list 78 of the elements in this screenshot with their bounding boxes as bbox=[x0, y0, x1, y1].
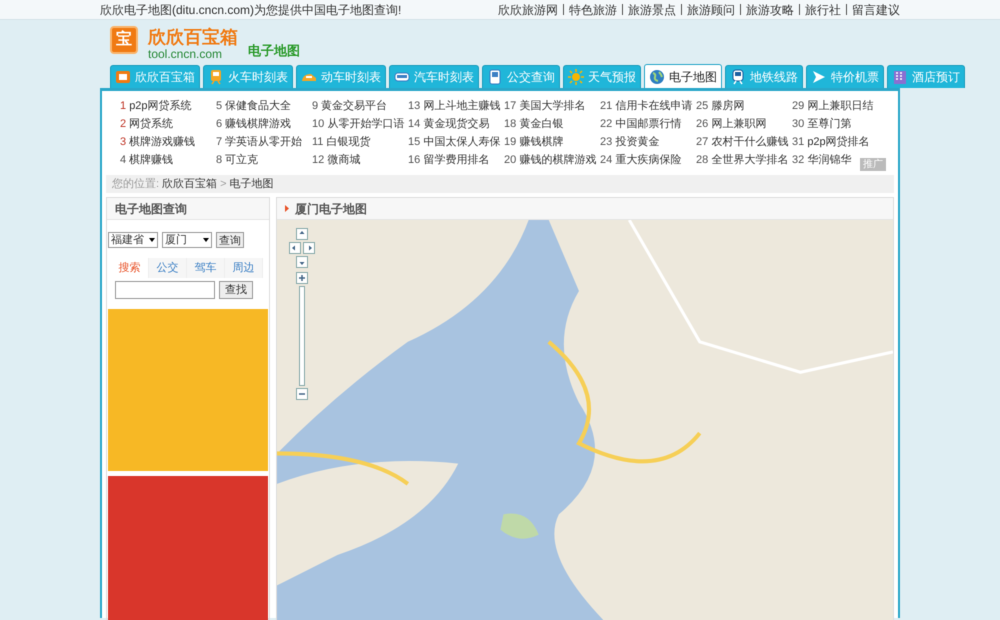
city-select[interactable]: 厦门 bbox=[162, 232, 212, 248]
hot-link[interactable]: 2 网贷系统 bbox=[120, 115, 174, 133]
logo-name: 欣欣百宝箱 bbox=[148, 28, 238, 46]
logo-domain: tool.cncn.com bbox=[148, 48, 224, 60]
search-tab[interactable]: 周边 bbox=[225, 258, 263, 278]
hot-link[interactable]: 21 信用卡在线申请 bbox=[600, 97, 692, 115]
hot-link[interactable]: 3 棋牌游戏赚钱 bbox=[120, 133, 196, 151]
triangle-icon bbox=[285, 205, 289, 212]
pan-left-icon[interactable] bbox=[289, 242, 301, 254]
zoom-in-icon[interactable] bbox=[296, 272, 308, 284]
search-tab[interactable]: 公交 bbox=[149, 258, 187, 278]
hot-link[interactable]: 9 黄金交易平台 bbox=[312, 97, 388, 115]
hot-link[interactable]: 1 p2p网贷系统 bbox=[120, 97, 192, 115]
hot-link[interactable]: 6 赚钱棋牌游戏 bbox=[216, 115, 292, 133]
hot-link[interactable]: 10 从零开始学口语 bbox=[312, 115, 404, 133]
hot-link[interactable]: 26 网上兼职网 bbox=[696, 115, 766, 133]
panel-title: 电子地图查询 bbox=[115, 200, 187, 218]
hot-link[interactable]: 11 白银现货 bbox=[312, 133, 370, 151]
globe-icon bbox=[649, 68, 665, 84]
top-link[interactable]: 留言建议 bbox=[852, 0, 900, 18]
hot-link[interactable]: 12 微商城 bbox=[312, 151, 360, 169]
zoom-out-icon[interactable] bbox=[296, 388, 308, 400]
search-field[interactable] bbox=[115, 281, 215, 299]
search-tab[interactable]: 驾车 bbox=[187, 258, 225, 278]
hot-link[interactable]: 4 棋牌赚钱 bbox=[120, 151, 174, 169]
top-link[interactable]: 欣欣旅游网 bbox=[498, 0, 558, 18]
caret-icon bbox=[149, 238, 155, 242]
hot-link[interactable]: 5 保健食品大全 bbox=[216, 97, 292, 115]
hot-link[interactable]: 23 投资黄金 bbox=[600, 133, 660, 151]
panel-title: 厦门电子地图 bbox=[295, 200, 367, 218]
zoom-slider-icon[interactable] bbox=[299, 286, 305, 386]
sun-icon bbox=[568, 69, 584, 85]
hot-link[interactable]: 29 网上兼职日结 bbox=[792, 97, 874, 115]
box-icon bbox=[115, 69, 131, 85]
breadcrumb-label: 您的位置: bbox=[112, 176, 160, 192]
hot-link[interactable]: 28 全世界大学排名 bbox=[696, 151, 788, 169]
metro-icon bbox=[730, 69, 746, 85]
hot-link[interactable]: 8 可立克 bbox=[216, 151, 258, 169]
caret-icon bbox=[203, 238, 209, 242]
hot-link[interactable]: 22 中国邮票行情 bbox=[600, 115, 682, 133]
bus-stop-icon bbox=[487, 69, 503, 85]
hot-link[interactable]: 18 黄金白银 bbox=[504, 115, 564, 133]
hot-link[interactable]: 17 美国大学排名 bbox=[504, 97, 586, 115]
hot-link[interactable]: 13 网上斗地主赚钱 bbox=[408, 97, 500, 115]
top-link[interactable]: 特色旅游 bbox=[569, 0, 617, 18]
hot-link[interactable]: 14 黄金现货交易 bbox=[408, 115, 490, 133]
hot-link[interactable]: 7 学英语从零开始 bbox=[216, 133, 302, 151]
hot-link[interactable]: 27 农村干什么赚钱 bbox=[696, 133, 788, 151]
breadcrumb-link[interactable]: 电子地图 bbox=[230, 176, 274, 192]
top-link[interactable]: 旅行社 bbox=[805, 0, 841, 18]
pan-right-icon[interactable] bbox=[303, 242, 315, 254]
pan-up-icon[interactable] bbox=[296, 228, 308, 240]
hot-link[interactable]: 31 p2p网贷排名 bbox=[792, 133, 870, 151]
query-button[interactable]: 查询 bbox=[216, 232, 244, 248]
find-button[interactable]: 查找 bbox=[219, 281, 253, 299]
top-link[interactable]: 旅游顾问 bbox=[687, 0, 735, 18]
top-link[interactable]: 旅游景点 bbox=[628, 0, 676, 18]
plane-icon bbox=[811, 69, 827, 85]
province-select[interactable]: 福建省 bbox=[108, 232, 158, 248]
hot-link[interactable]: 16 留学费用排名 bbox=[408, 151, 490, 169]
logo-mark: 宝 bbox=[110, 26, 138, 54]
top-link[interactable]: 旅游攻略 bbox=[746, 0, 794, 18]
site-tagline: 欣欣电子地图(ditu.cncn.com)为您提供中国电子地图查询! bbox=[100, 2, 402, 18]
hot-link[interactable]: 25 滕房网 bbox=[696, 97, 744, 115]
hot-link[interactable]: 20 赚钱的棋牌游戏 bbox=[504, 151, 596, 169]
breadcrumb-separator: > bbox=[220, 176, 226, 192]
pan-down-icon[interactable] bbox=[296, 256, 308, 268]
breadcrumb-link[interactable]: 欣欣百宝箱 bbox=[162, 176, 218, 192]
hot-link[interactable]: 15 中国太保人寿保 bbox=[408, 133, 500, 151]
ad-badge: 推广 bbox=[860, 158, 886, 171]
section-title: 电子地图 bbox=[248, 42, 300, 60]
hot-link[interactable]: 24 重大疾病保险 bbox=[600, 151, 682, 169]
nav-tab[interactable]: 电子地图 bbox=[644, 64, 722, 88]
hot-link[interactable]: 32 华润锦华 bbox=[792, 151, 852, 169]
hot-link[interactable]: 30 至尊门第 bbox=[792, 115, 852, 133]
train-icon bbox=[208, 69, 224, 85]
building-icon bbox=[892, 69, 908, 85]
hot-link[interactable]: 19 赚钱棋牌 bbox=[504, 133, 564, 151]
